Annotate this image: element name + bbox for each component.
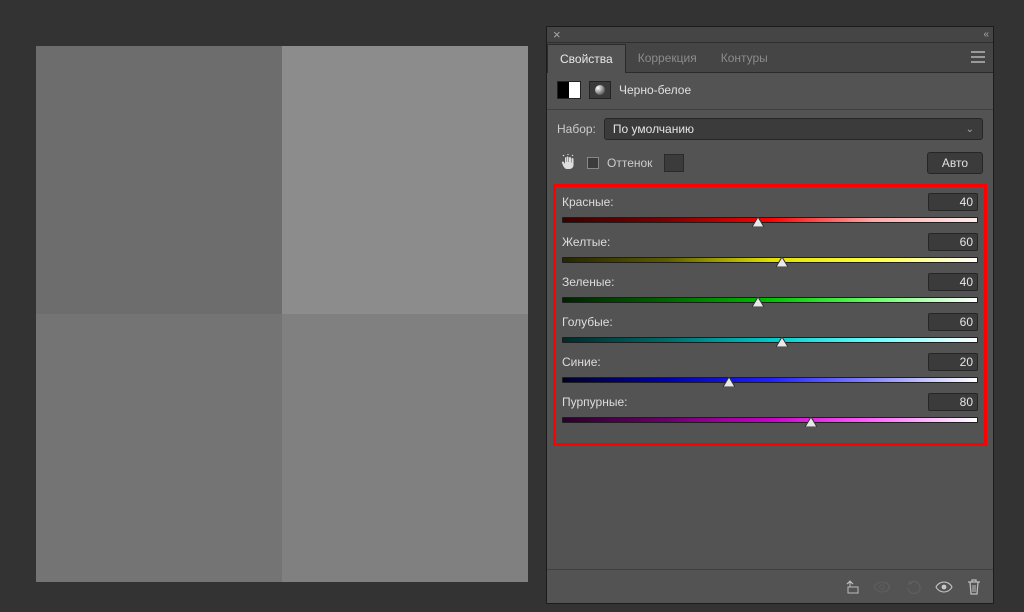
bw-adjustment-icon: [557, 81, 581, 99]
slider-thumb[interactable]: [805, 417, 817, 427]
slider-thumb[interactable]: [752, 217, 764, 227]
slider-label: Пурпурные:: [562, 395, 627, 409]
panel-body: Черно-белое Набор: По умолчанию ⌄ Оттено…: [547, 73, 993, 603]
slider-label: Голубые:: [562, 315, 613, 329]
clip-to-layer-icon[interactable]: [841, 580, 859, 594]
slider-thumb[interactable]: [776, 337, 788, 347]
adjustment-header: Черно-белое: [547, 73, 993, 110]
canvas-quadrant: [36, 46, 282, 314]
slider-thumb[interactable]: [776, 257, 788, 267]
chevron-down-icon: ⌄: [966, 124, 974, 135]
color-slider: Красные:: [562, 193, 978, 223]
tab-properties[interactable]: Свойства: [547, 44, 626, 73]
targeted-adjustment-icon[interactable]: [557, 153, 579, 173]
tint-row: Оттенок Авто: [547, 148, 993, 184]
collapse-icon[interactable]: «: [983, 29, 987, 40]
color-sliders-highlight: Красные: Желтые: Зеленые: Голубые: Синие: Пур…: [553, 184, 987, 446]
color-slider: Желтые:: [562, 233, 978, 263]
slider-track[interactable]: [562, 417, 978, 423]
slider-value-input[interactable]: [928, 233, 978, 251]
canvas-quadrant: [282, 314, 528, 582]
tint-label: Оттенок: [607, 156, 652, 170]
slider-value-input[interactable]: [928, 193, 978, 211]
slider-track[interactable]: [562, 337, 978, 343]
slider-value-input[interactable]: [928, 353, 978, 371]
slider-value-input[interactable]: [928, 313, 978, 331]
slider-track[interactable]: [562, 297, 978, 303]
document-canvas: [36, 46, 528, 582]
reset-icon: [905, 580, 921, 594]
tab-contours[interactable]: Контуры: [709, 43, 780, 72]
slider-thumb[interactable]: [752, 297, 764, 307]
color-slider: Зеленые:: [562, 273, 978, 303]
adjustment-title: Черно-белое: [619, 83, 691, 97]
properties-panel: × « Свойства Коррекция Контуры Черно-бел…: [546, 26, 994, 604]
slider-label: Зеленые:: [562, 275, 614, 289]
panel-tabs: Свойства Коррекция Контуры: [547, 43, 993, 73]
tab-correction[interactable]: Коррекция: [626, 43, 709, 72]
tint-color-swatch[interactable]: [664, 154, 684, 172]
auto-button[interactable]: Авто: [927, 152, 983, 174]
mask-icon: [589, 81, 611, 99]
color-slider: Голубые:: [562, 313, 978, 343]
canvas-quadrant: [282, 46, 528, 314]
slider-value-input[interactable]: [928, 273, 978, 291]
flyout-menu-icon[interactable]: [971, 51, 985, 63]
slider-track[interactable]: [562, 217, 978, 223]
preset-select[interactable]: По умолчанию ⌄: [604, 118, 983, 140]
color-slider: Синие:: [562, 353, 978, 383]
panel-titlebar: × «: [547, 27, 993, 43]
panel-footer: [547, 569, 993, 603]
close-icon[interactable]: ×: [553, 28, 561, 41]
preset-value: По умолчанию: [613, 122, 694, 136]
slider-track[interactable]: [562, 257, 978, 263]
view-previous-state-icon: [873, 581, 891, 593]
canvas-quadrant: [36, 314, 282, 582]
preset-label: Набор:: [557, 122, 596, 136]
slider-label: Желтые:: [562, 235, 610, 249]
tint-checkbox[interactable]: [587, 157, 599, 169]
visibility-toggle-icon[interactable]: [935, 581, 953, 593]
slider-track[interactable]: [562, 377, 978, 383]
slider-value-input[interactable]: [928, 393, 978, 411]
color-slider: Пурпурные:: [562, 393, 978, 423]
slider-label: Синие:: [562, 355, 601, 369]
slider-thumb[interactable]: [723, 377, 735, 387]
trash-icon[interactable]: [967, 579, 981, 595]
slider-label: Красные:: [562, 195, 614, 209]
preset-row: Набор: По умолчанию ⌄: [547, 110, 993, 148]
